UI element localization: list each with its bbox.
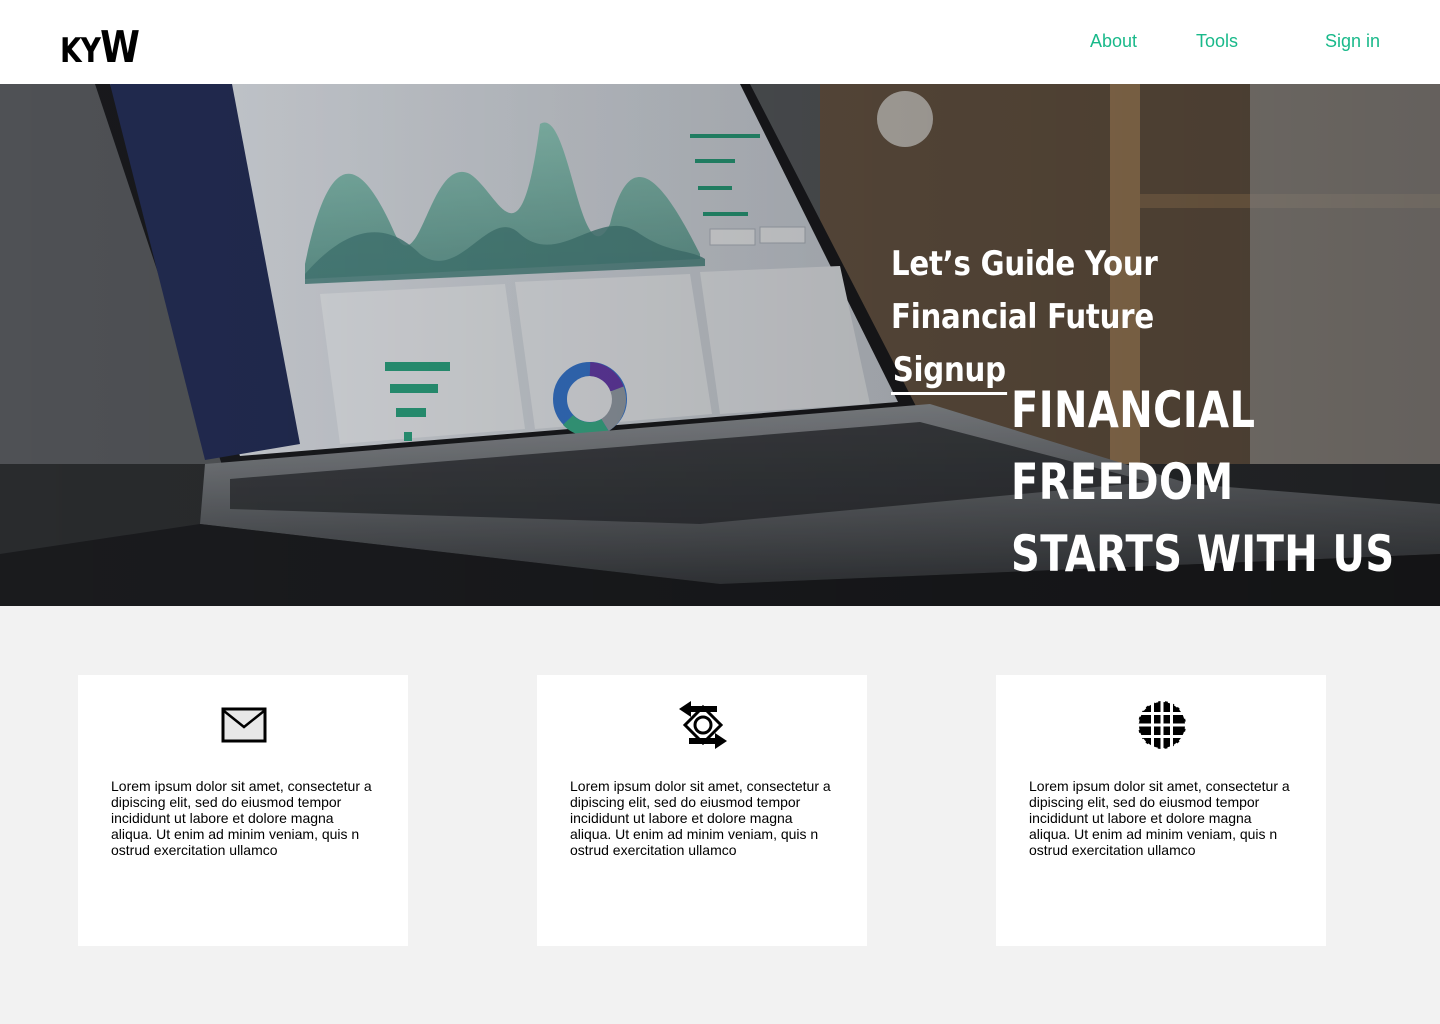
nav-sign-in-link[interactable]: Sign in <box>1325 31 1380 52</box>
logo-letter-w: W <box>100 22 140 73</box>
envelope-icon <box>218 700 270 750</box>
hero-headline: FINANCIAL FREEDOM STARTS WITH US <box>1011 374 1411 590</box>
feature-card-3: Lorem ipsum dolor sit amet, consectetur … <box>996 675 1326 946</box>
feature-card-1-text: Lorem ipsum dolor sit amet, consectetur … <box>111 778 372 858</box>
feature-card-1: Lorem ipsum dolor sit amet, consectetur … <box>78 675 408 946</box>
logo-letter-k: K <box>60 31 82 71</box>
site-header: KYW About Tools Sign in <box>0 0 1440 84</box>
feature-card-2-text: Lorem ipsum dolor sit amet, consectetur … <box>570 778 831 858</box>
feature-card-3-text: Lorem ipsum dolor sit amet, consectetur … <box>1029 778 1290 858</box>
feature-card-2: Lorem ipsum dolor sit amet, consectetur … <box>537 675 867 946</box>
hero-headline-line-1: FINANCIAL FREEDOM <box>1011 381 1256 511</box>
signup-link[interactable]: Signup <box>891 348 1008 395</box>
logo-letter-y: Y <box>80 31 101 71</box>
hero-banner: Let’s Guide Your Financial Future Signup… <box>0 84 1440 606</box>
logo[interactable]: KYW <box>60 22 140 73</box>
exchange-icon <box>677 700 729 750</box>
nav-tools-link[interactable]: Tools <box>1196 31 1238 52</box>
hero-headline-line-2: STARTS WITH US <box>1011 525 1395 583</box>
hero-tagline-text: Let’s Guide Your Financial Future <box>891 244 1158 337</box>
nav-about-link[interactable]: About <box>1090 31 1137 52</box>
globe-icon <box>1136 700 1188 750</box>
